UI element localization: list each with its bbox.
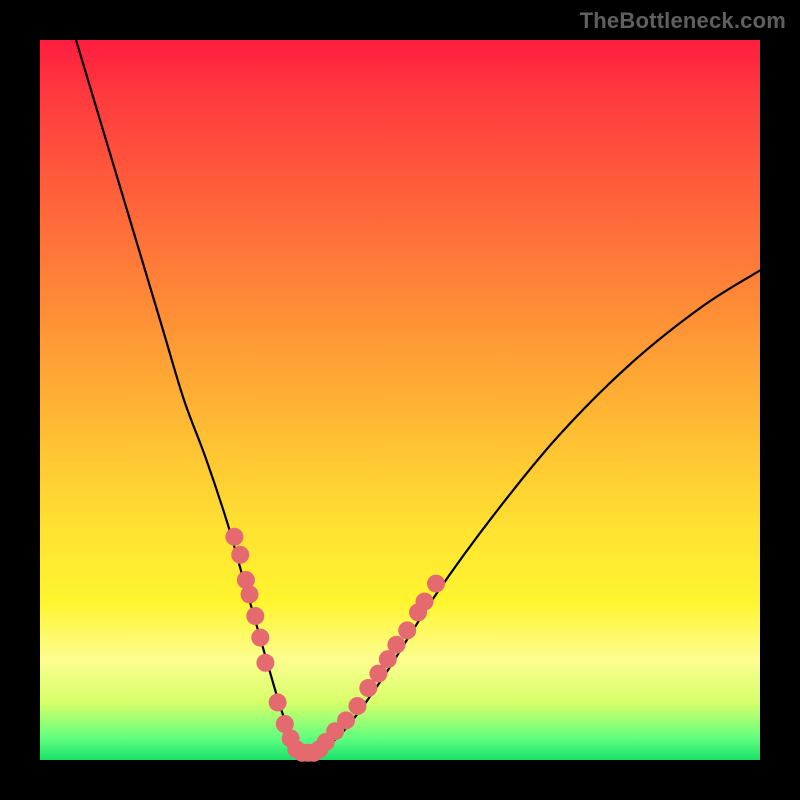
curve-marker xyxy=(225,528,243,546)
curve-marker xyxy=(398,621,416,639)
curve-marker xyxy=(269,693,287,711)
curve-marker xyxy=(231,546,249,564)
curve-marker xyxy=(256,654,274,672)
curve-marker xyxy=(251,629,269,647)
curve-markers xyxy=(225,528,445,762)
watermark-text: TheBottleneck.com xyxy=(580,8,786,34)
curve-marker xyxy=(349,697,367,715)
chart-frame: TheBottleneck.com xyxy=(0,0,800,800)
curve-marker xyxy=(387,636,405,654)
bottleneck-curve-svg xyxy=(40,40,760,760)
bottleneck-curve xyxy=(76,40,760,754)
curve-marker xyxy=(337,711,355,729)
curve-marker xyxy=(246,607,264,625)
curve-marker xyxy=(416,593,434,611)
curve-marker xyxy=(241,585,259,603)
plot-area xyxy=(40,40,760,760)
curve-marker xyxy=(427,575,445,593)
